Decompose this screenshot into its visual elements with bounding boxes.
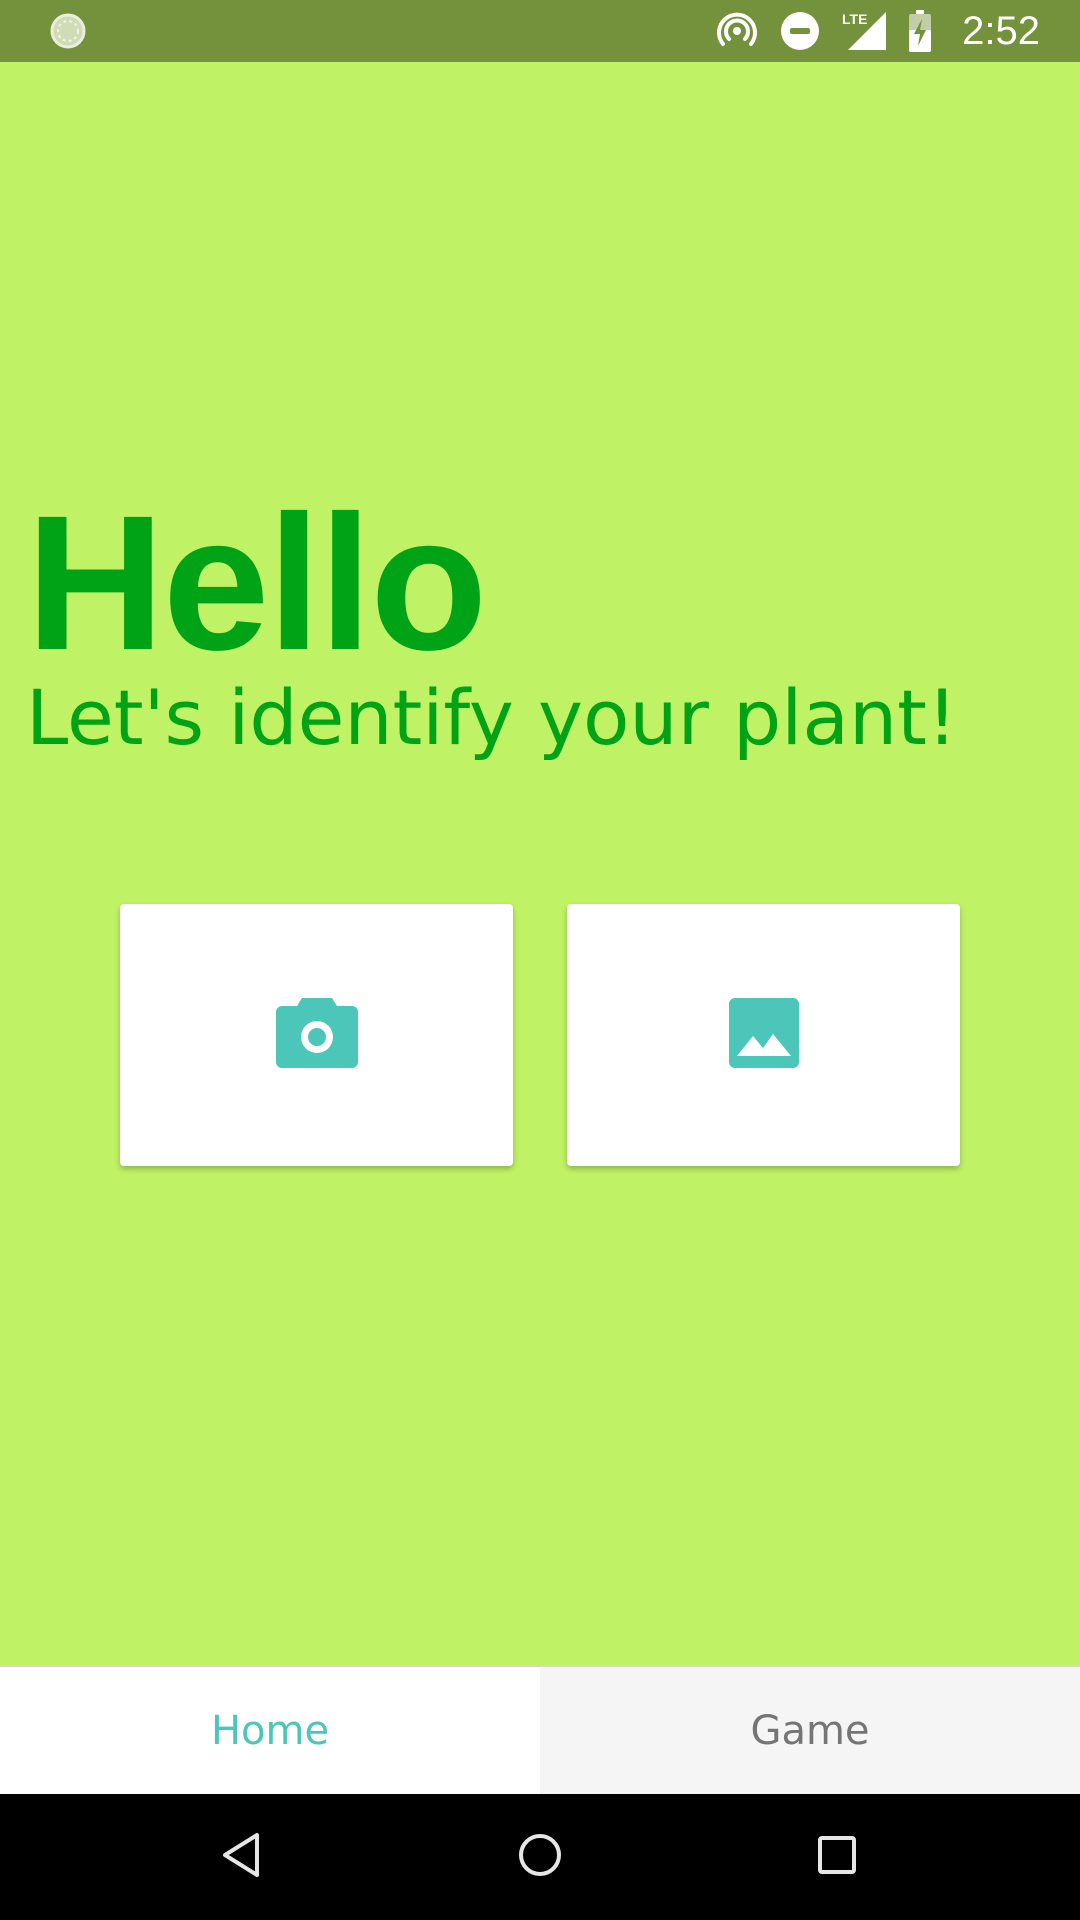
status-bar: LTE 2:52 bbox=[0, 0, 1080, 62]
back-icon bbox=[219, 1831, 263, 1884]
main-content: Hello Let's identify your plant! bbox=[0, 62, 1080, 1666]
battery-charging-icon bbox=[908, 10, 932, 52]
recents-button[interactable] bbox=[787, 1807, 887, 1907]
greeting-title: Hello bbox=[26, 475, 487, 690]
loading-icon bbox=[48, 11, 88, 51]
lte-signal-icon: LTE bbox=[842, 10, 887, 52]
gallery-button[interactable] bbox=[567, 904, 960, 1166]
hotspot-icon bbox=[716, 10, 758, 52]
tab-game[interactable]: Game bbox=[540, 1667, 1080, 1794]
status-left bbox=[48, 11, 88, 51]
bottom-tab-bar: Home Game bbox=[0, 1666, 1080, 1794]
camera-icon bbox=[275, 997, 358, 1073]
camera-button[interactable] bbox=[120, 904, 513, 1166]
do-not-disturb-icon bbox=[780, 11, 820, 51]
home-button[interactable] bbox=[490, 1807, 590, 1907]
tab-home[interactable]: Home bbox=[0, 1667, 540, 1794]
home-circle-icon bbox=[517, 1832, 563, 1883]
status-time: 2:52 bbox=[962, 8, 1040, 53]
back-button[interactable] bbox=[191, 1807, 291, 1907]
subtitle: Let's identify your plant! bbox=[26, 673, 958, 762]
status-right: LTE 2:52 bbox=[716, 9, 1040, 54]
recents-icon bbox=[817, 1835, 857, 1880]
network-label: LTE bbox=[842, 11, 867, 27]
image-icon bbox=[728, 997, 799, 1073]
navigation-bar bbox=[0, 1794, 1080, 1920]
